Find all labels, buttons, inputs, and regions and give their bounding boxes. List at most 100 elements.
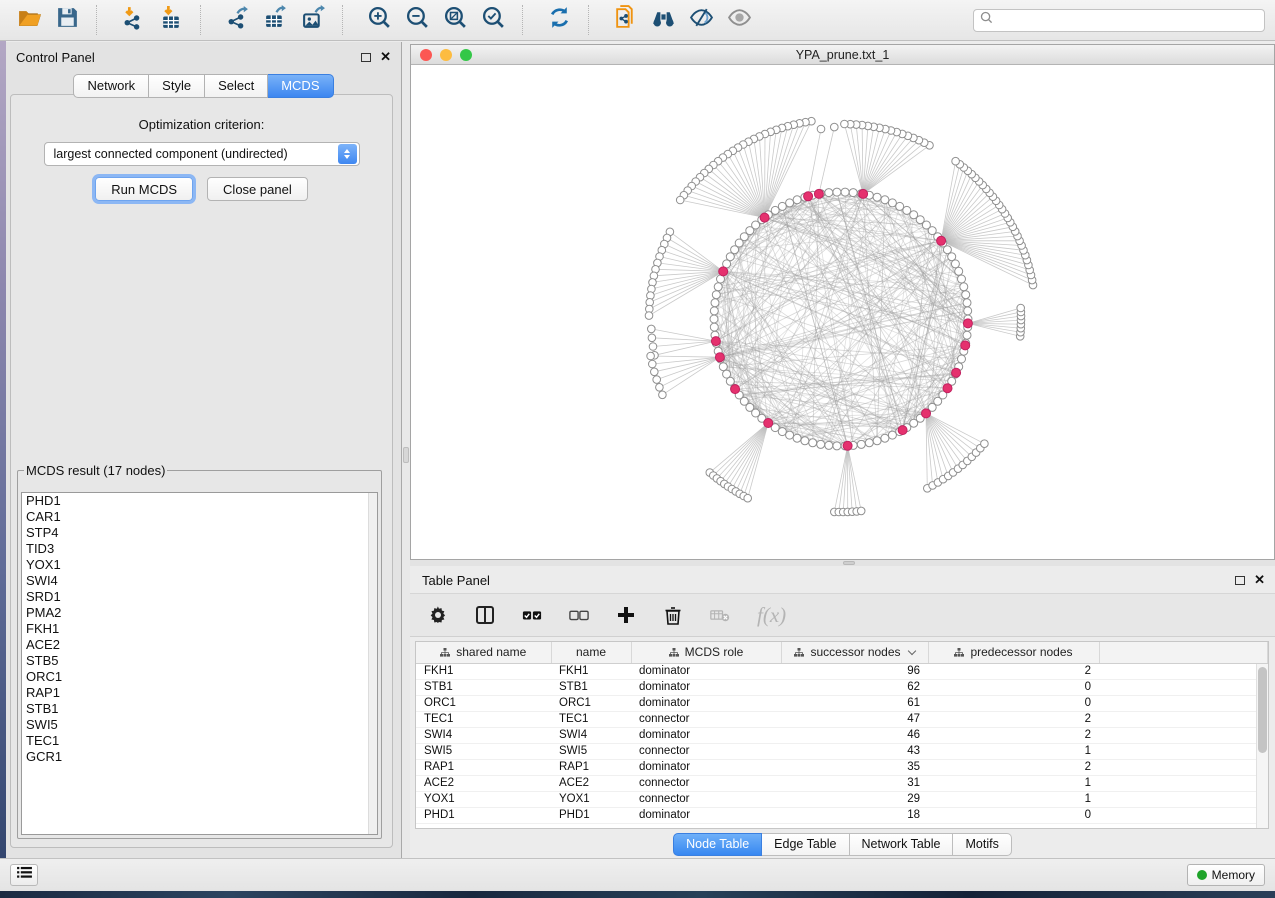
graph-node[interactable] [714, 283, 722, 291]
function-builder-icon[interactable]: f(x) [757, 603, 786, 628]
table-scrollbar[interactable] [1256, 664, 1268, 828]
graph-node[interactable] [712, 291, 720, 299]
float-panel-icon[interactable] [361, 53, 371, 62]
graph-node[interactable] [831, 123, 839, 131]
network-window-titlebar[interactable]: YPA_prune.txt_1 [411, 45, 1274, 65]
graph-node[interactable] [857, 507, 865, 515]
delete-columns-icon[interactable] [663, 605, 683, 625]
mcds-graph-node[interactable] [711, 337, 720, 346]
import-table-button[interactable] [152, 4, 190, 36]
mcds-graph-node[interactable] [804, 192, 813, 201]
graph-node[interactable] [981, 440, 989, 448]
graph-node[interactable] [857, 440, 865, 448]
float-panel-icon[interactable] [1235, 576, 1245, 585]
tab-select[interactable]: Select [205, 74, 268, 98]
graph-node[interactable] [958, 355, 966, 363]
tab-motifs[interactable]: Motifs [953, 833, 1011, 856]
mcds-result-item[interactable]: TID3 [22, 541, 377, 557]
mcds-result-item[interactable]: SWI5 [22, 717, 377, 733]
table-row[interactable]: FKH1FKH1dominator962 [416, 663, 1268, 679]
graph-node[interactable] [676, 196, 684, 204]
graph-node[interactable] [825, 189, 833, 197]
graph-node[interactable] [873, 193, 881, 201]
graph-node[interactable] [649, 343, 657, 351]
tab-style[interactable]: Style [149, 74, 205, 98]
mcds-result-item[interactable]: TEC1 [22, 733, 377, 749]
graph-node[interactable] [962, 291, 970, 299]
split-panel-icon[interactable] [475, 605, 495, 625]
mcds-result-item[interactable]: FKH1 [22, 621, 377, 637]
tab-edge-table[interactable]: Edge Table [762, 833, 849, 856]
graph-node[interactable] [801, 437, 809, 445]
close-panel-button[interactable]: Close panel [207, 177, 308, 201]
column-header-predecessor-nodes[interactable]: predecessor nodes [928, 642, 1099, 663]
column-header-MCDS-role[interactable]: MCDS role [631, 642, 781, 663]
table-row[interactable]: ACE2ACE2connector311 [416, 775, 1268, 791]
graph-node[interactable] [963, 299, 971, 307]
zoom-fit-button[interactable] [436, 4, 474, 36]
graph-node[interactable] [648, 334, 656, 342]
graph-node[interactable] [833, 188, 841, 196]
search-input[interactable] [998, 13, 1258, 27]
mcds-result-item[interactable]: GCR1 [22, 749, 377, 765]
export-image-button[interactable] [294, 4, 332, 36]
mcds-result-item[interactable]: YOX1 [22, 557, 377, 573]
graph-node[interactable] [793, 196, 801, 204]
table-row[interactable]: YOX1YOX1connector291 [416, 791, 1268, 807]
graph-node[interactable] [786, 199, 794, 207]
graph-node[interactable] [865, 439, 873, 447]
search-box[interactable] [973, 9, 1265, 32]
mcds-result-item[interactable]: STP4 [22, 525, 377, 541]
zoom-selected-button[interactable] [474, 4, 512, 36]
mcds-result-item[interactable]: ACE2 [22, 637, 377, 653]
mcds-graph-node[interactable] [952, 368, 961, 377]
graph-node[interactable] [833, 442, 841, 450]
mcds-result-item[interactable]: PMA2 [22, 605, 377, 621]
zoom-in-button[interactable] [360, 4, 398, 36]
table-row[interactable]: SWI4SWI4dominator462 [416, 727, 1268, 743]
graph-node[interactable] [710, 307, 718, 315]
mcds-graph-node[interactable] [764, 419, 773, 428]
apply-layout-button[interactable] [540, 4, 578, 36]
vertical-splitter[interactable] [402, 42, 410, 858]
delete-table-icon[interactable] [710, 605, 730, 625]
graph-node[interactable] [873, 437, 881, 445]
create-new-column-icon[interactable] [616, 605, 636, 625]
graph-node[interactable] [955, 267, 963, 275]
graph-node[interactable] [648, 325, 656, 333]
graph-node[interactable] [963, 331, 971, 339]
mcds-graph-node[interactable] [963, 319, 972, 328]
graph-node[interactable] [656, 384, 664, 392]
graph-node[interactable] [645, 312, 653, 320]
graph-node[interactable] [659, 391, 667, 399]
table-row[interactable]: SWI5SWI5connector431 [416, 743, 1268, 759]
export-table-button[interactable] [256, 4, 294, 36]
open-file-button[interactable] [10, 4, 48, 36]
graph-node[interactable] [817, 125, 825, 133]
tab-network[interactable]: Network [73, 74, 149, 98]
graph-node[interactable] [888, 431, 896, 439]
mcds-result-item[interactable]: SRD1 [22, 589, 377, 605]
table-row[interactable]: STB1STB1dominator620 [416, 679, 1268, 695]
mcds-result-item[interactable]: STB5 [22, 653, 377, 669]
import-network-button[interactable] [114, 4, 152, 36]
graph-node[interactable] [841, 120, 849, 128]
close-panel-icon[interactable]: ✕ [1254, 575, 1265, 585]
graph-node[interactable] [825, 441, 833, 449]
mcds-result-item[interactable]: RAP1 [22, 685, 377, 701]
splitter-grip[interactable] [403, 447, 409, 463]
mcds-graph-node[interactable] [961, 341, 970, 350]
graph-node[interactable] [849, 189, 857, 197]
table-row[interactable]: PHD1PHD1dominator180 [416, 807, 1268, 823]
mcds-graph-node[interactable] [943, 384, 952, 393]
graph-node[interactable] [719, 363, 727, 371]
mcds-graph-node[interactable] [922, 409, 931, 418]
mcds-result-item[interactable]: STB1 [22, 701, 377, 717]
mcds-graph-node[interactable] [843, 441, 852, 450]
graph-node[interactable] [809, 439, 817, 447]
select-all-columns-icon[interactable] [522, 605, 542, 625]
table-options-gear-icon[interactable] [428, 605, 448, 625]
save-session-button[interactable] [48, 4, 86, 36]
mcds-graph-node[interactable] [715, 353, 724, 362]
mcds-graph-node[interactable] [760, 213, 769, 222]
